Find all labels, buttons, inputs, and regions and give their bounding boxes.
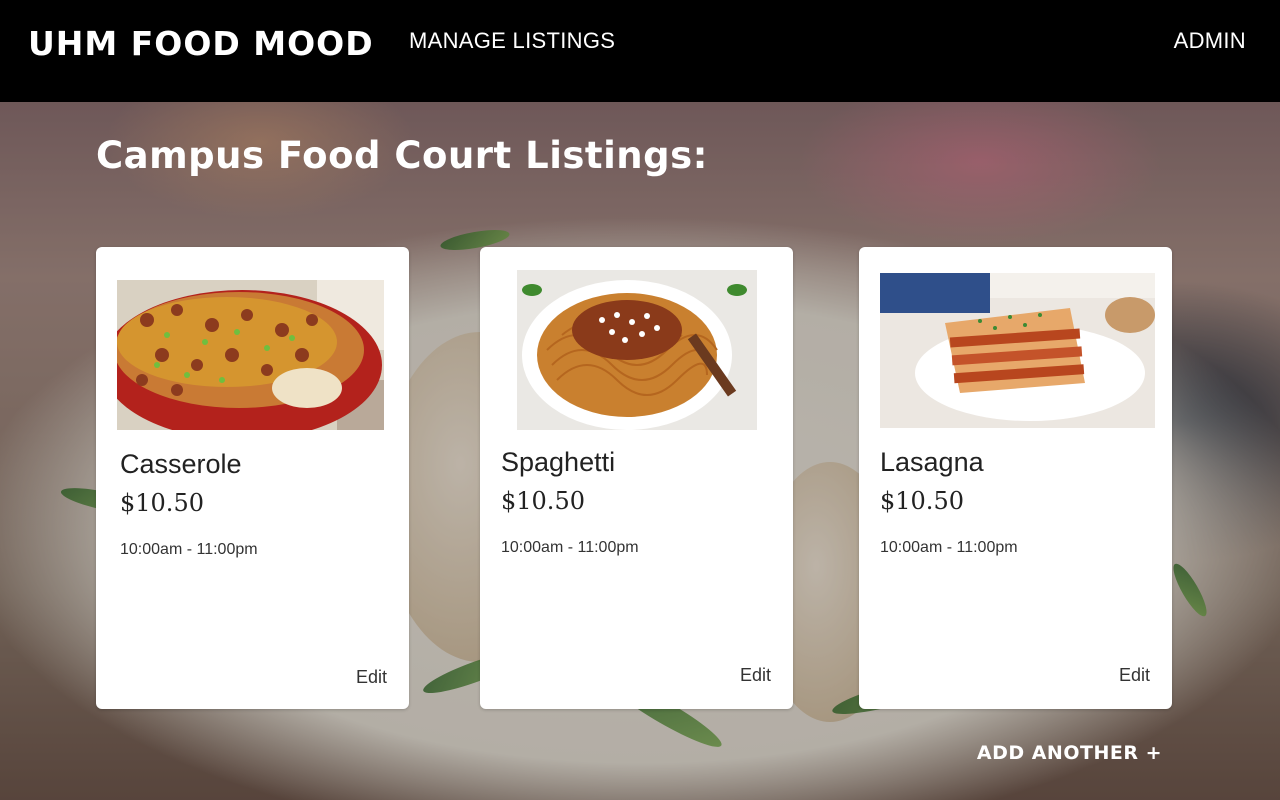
listing-card-lasagna: Lasagna $10.50 10:00am - 11:00pm Edit [859,247,1172,709]
listing-name: Spaghetti [501,447,616,477]
listing-price: $10.50 [120,489,204,517]
listing-name: Lasagna [880,447,984,477]
listing-name: Casserole [120,449,242,479]
listing-card-spaghetti: Spaghetti $10.50 10:00am - 11:00pm Edit [480,247,793,709]
listing-hours: 10:00am - 11:00pm [501,539,639,556]
edit-listing-button[interactable]: Edit [1119,665,1150,686]
page-title: Campus Food Court Listings: [96,134,708,177]
lasagna-photo [880,273,1155,428]
edit-listing-button[interactable]: Edit [356,667,387,688]
listing-hours: 10:00am - 11:00pm [880,539,1018,556]
add-another-button[interactable]: ADD ANOTHER + [977,742,1162,764]
top-navbar: UHM FOOD MOOD MANAGE LISTINGS ADMIN [0,0,1280,102]
listing-hours: 10:00am - 11:00pm [120,541,258,558]
nav-manage-listings[interactable]: MANAGE LISTINGS [409,28,615,54]
casserole-photo [117,280,384,430]
brand-logo[interactable]: UHM FOOD MOOD [28,24,374,63]
edit-listing-button[interactable]: Edit [740,665,771,686]
listing-price: $10.50 [501,487,585,515]
nav-admin[interactable]: ADMIN [1174,28,1246,54]
listing-price: $10.50 [880,487,964,515]
spaghetti-photo [517,270,757,430]
listing-card-casserole: Casserole $10.50 10:00am - 11:00pm Edit [96,247,409,709]
